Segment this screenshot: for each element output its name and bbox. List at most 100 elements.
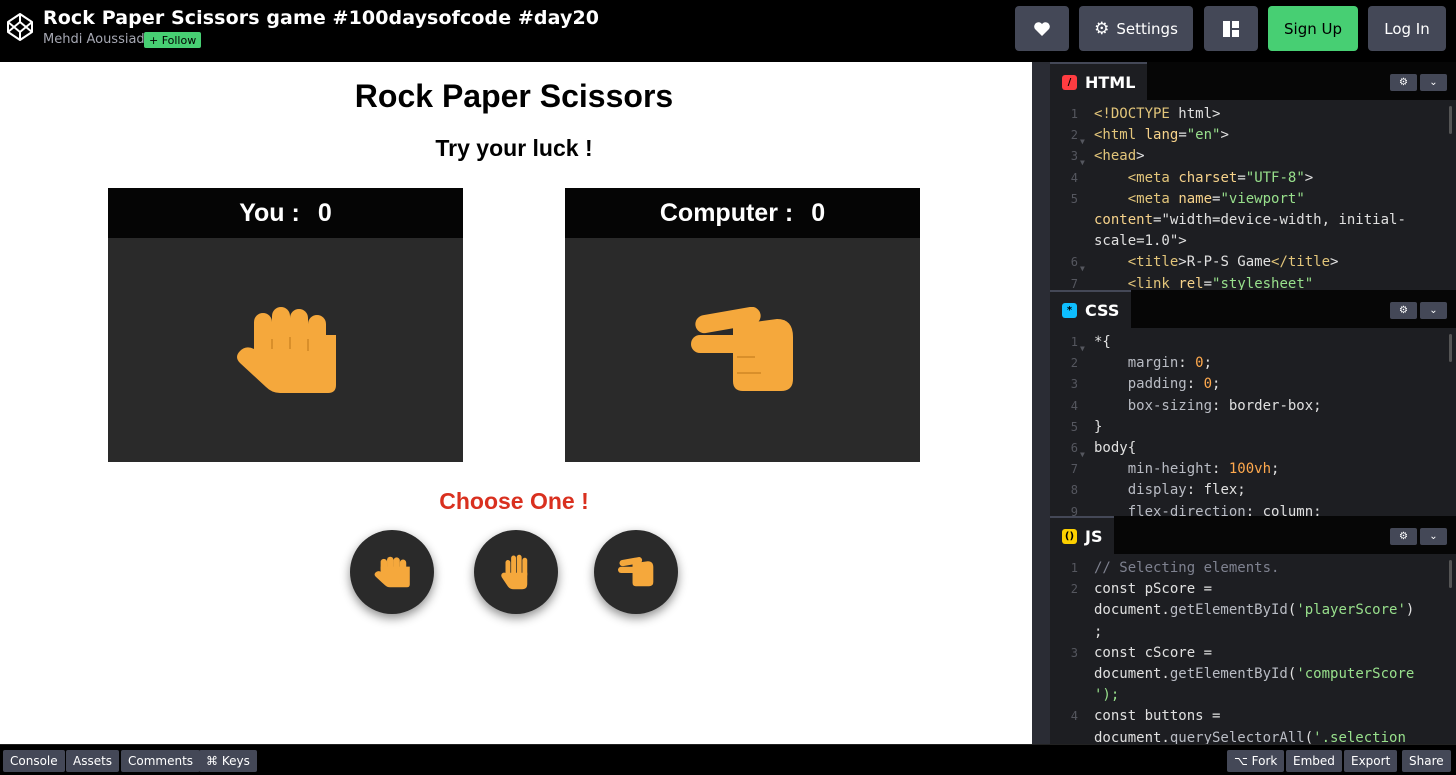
tab-html-label: HTML — [1085, 72, 1136, 92]
css-icon: * — [1062, 302, 1077, 318]
fold-arrow-icon[interactable]: ▼ — [1080, 131, 1085, 152]
html-icon: / — [1062, 74, 1077, 90]
tab-js[interactable]: () JS — [1050, 516, 1115, 554]
js-editor-header: () JS ⚙ ⌄ — [1050, 516, 1456, 554]
love-button[interactable] — [1015, 6, 1069, 51]
export-button[interactable]: Export — [1344, 750, 1398, 772]
code-line: } — [1094, 418, 1103, 435]
html-editor-header: / HTML ⚙ ⌄ — [1050, 62, 1456, 100]
gear-icon: ⚙ — [1399, 531, 1408, 542]
embed-button[interactable]: Embed — [1286, 750, 1342, 772]
settings-button[interactable]: ⚙ Settings — [1079, 6, 1193, 51]
line-number: 7 — [1070, 462, 1078, 477]
rock-button[interactable] — [350, 530, 434, 614]
js-editor: () JS ⚙ ⌄ 1 // Selecting elements. 2 const … — [1050, 516, 1456, 744]
line-number: 2 — [1070, 356, 1078, 371]
line-number: 1 — [1070, 107, 1078, 121]
gear-icon: ⚙ — [1094, 18, 1110, 39]
code-line: document.getElementById('computerScore — [1094, 666, 1415, 682]
assets-button[interactable]: Assets — [66, 750, 120, 772]
login-button[interactable]: Log In — [1368, 6, 1446, 51]
code-line: *{ — [1094, 334, 1111, 350]
code-line: const pScore = — [1094, 581, 1213, 598]
code-line: <title>R-P-S Game</title> — [1127, 254, 1339, 271]
keys-button[interactable]: ⌘ Keys — [199, 750, 257, 772]
html-settings-button[interactable]: ⚙ — [1390, 74, 1417, 91]
css-code[interactable]: 1 ▼ *{2 margin: 0; 3 padding: 0; 4 box-sizin… — [1050, 332, 1456, 516]
fold-arrow-icon[interactable]: ▼ — [1080, 152, 1085, 173]
gear-icon: ⚙ — [1399, 77, 1408, 88]
player-header: You : 0 — [108, 188, 463, 238]
game-title: Rock Paper Scissors — [354, 78, 674, 114]
codepen-logo-icon[interactable] — [6, 12, 34, 42]
js-icon: () — [1062, 528, 1077, 544]
pen-title: Rock Paper Scissors game #100daysofcode … — [43, 7, 600, 29]
css-editor-header: * CSS ⚙ ⌄ — [1050, 290, 1456, 328]
tab-js-label: JS — [1085, 526, 1103, 546]
fork-button[interactable]: ⌥ Fork — [1227, 750, 1285, 772]
layout-icon — [1223, 20, 1239, 37]
tab-css[interactable]: * CSS — [1050, 290, 1132, 328]
line-number: 3 — [1070, 377, 1078, 392]
computer-header: Computer : 0 — [565, 188, 920, 238]
css-editor: * CSS ⚙ ⌄ 1 ▼ *{2 margin: 0; 3 padding: 0; 4… — [1050, 290, 1456, 516]
change-view-button[interactable] — [1204, 6, 1258, 51]
settings-label: Settings — [1116, 19, 1178, 38]
line-number: 9 — [1070, 504, 1078, 516]
code-line: document.getElementById('playerScore') — [1094, 602, 1415, 619]
js-scrollbar[interactable] — [1449, 560, 1452, 588]
code-line: content="width=device-width, initial- — [1094, 212, 1406, 228]
header: Rock Paper Scissors game #100daysofcode … — [0, 0, 1456, 62]
html-scrollbar[interactable] — [1449, 106, 1452, 134]
chevron-down-icon: ⌄ — [1429, 305, 1438, 316]
code-line: margin: 0; — [1127, 355, 1213, 372]
code-line: // Selecting elements. — [1094, 560, 1280, 576]
css-scrollbar[interactable] — [1449, 334, 1452, 362]
player-label: You : — [239, 198, 300, 227]
author-link[interactable]: Mehdi Aoussiad — [43, 32, 145, 47]
comments-button[interactable]: Comments — [121, 750, 201, 772]
rock-hand-icon — [374, 556, 410, 588]
signup-button[interactable]: Sign Up — [1268, 6, 1358, 51]
follow-button[interactable]: + Follow — [144, 32, 202, 48]
computer-score: 0 — [811, 198, 826, 227]
editor-column: / HTML ⚙ ⌄ 1 <!DOCTYPE html> 2 ▼ <html lang=… — [1032, 62, 1456, 744]
html-editor: / HTML ⚙ ⌄ 1 <!DOCTYPE html> 2 ▼ <html lang=… — [1050, 62, 1456, 290]
heart-icon — [1034, 21, 1050, 36]
line-number: 2 — [1070, 128, 1078, 143]
line-number: 4 — [1070, 709, 1078, 724]
share-button[interactable]: Share — [1402, 750, 1451, 772]
footer: Console Assets Comments ⌘ Keys ⌥ Fork Em… — [0, 744, 1456, 775]
fold-arrow-icon[interactable]: ▼ — [1080, 338, 1085, 359]
html-code[interactable]: 1 <!DOCTYPE html> 2 ▼ <html lang="en"> 3 ▼ <hea… — [1050, 104, 1456, 290]
scissors-button[interactable] — [594, 530, 678, 614]
code-line: <link rel="stylesheet" — [1127, 275, 1314, 290]
js-collapse-button[interactable]: ⌄ — [1420, 528, 1447, 545]
paper-button[interactable] — [474, 530, 558, 614]
css-settings-button[interactable]: ⚙ — [1390, 302, 1417, 319]
choose-label: Choose One ! — [439, 488, 589, 514]
js-settings-button[interactable]: ⚙ — [1390, 528, 1417, 545]
js-code[interactable]: 1 // Selecting elements. 2 const pScore = do… — [1050, 558, 1456, 744]
line-number: 4 — [1070, 398, 1078, 413]
line-number: 5 — [1070, 191, 1078, 206]
code-line: body{ — [1094, 440, 1137, 456]
pane-resizer[interactable] — [1032, 62, 1050, 744]
paper-hand-icon — [501, 554, 528, 590]
code-line: const cScore = — [1094, 644, 1213, 661]
fold-arrow-icon[interactable]: ▼ — [1080, 258, 1085, 279]
computer-panel: Computer : 0 — [565, 188, 920, 462]
code-line: min-height: 100vh; — [1127, 461, 1280, 478]
console-button[interactable]: Console — [3, 750, 65, 772]
code-line: display: flex; — [1127, 482, 1246, 499]
line-number: 7 — [1070, 276, 1078, 290]
tab-html[interactable]: / HTML — [1050, 62, 1148, 100]
code-line: scale=1.0"> — [1094, 233, 1187, 250]
gear-icon: ⚙ — [1399, 305, 1408, 316]
fold-arrow-icon[interactable]: ▼ — [1080, 444, 1085, 465]
css-collapse-button[interactable]: ⌄ — [1420, 302, 1447, 319]
html-collapse-button[interactable]: ⌄ — [1420, 74, 1447, 91]
player-panel: You : 0 — [108, 188, 463, 462]
code-line: <html lang="en"> — [1094, 127, 1229, 144]
scissors-hand-icon — [690, 307, 793, 391]
